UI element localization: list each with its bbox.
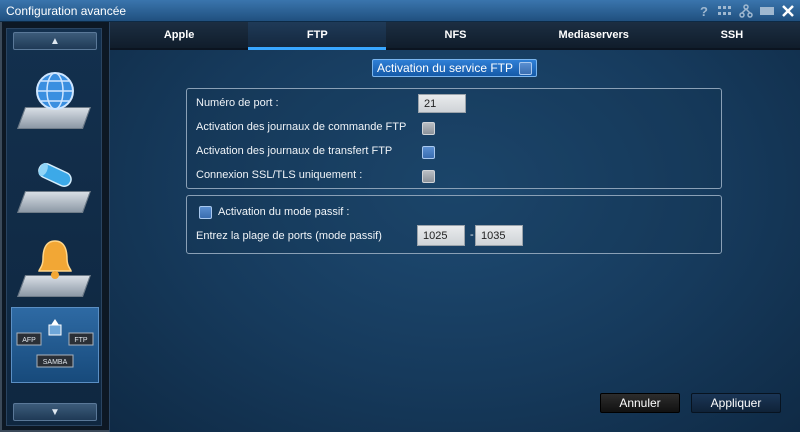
network-icon[interactable] [738,3,754,19]
ftp-service-toggle[interactable]: Activation du service FTP [372,59,537,77]
bell-icon [38,240,72,279]
window-title: Configuration avancée [6,4,127,18]
port-range-label: Entrez la plage de ports (mode passif) [196,230,382,242]
tab-ssh[interactable]: SSH [663,22,800,48]
sidebar-up-button[interactable]: ▲ [13,32,97,50]
ssl-label: Connexion SSL/TLS uniquement : [196,169,363,181]
port-input[interactable]: 21 [418,94,466,113]
minimize-icon[interactable] [759,3,775,19]
port-range-end-input[interactable]: 1035 [475,225,523,246]
chevron-up-icon: ▲ [50,35,60,47]
passive-mode-checkbox[interactable] [199,206,212,219]
samba-label: SAMBA [43,359,68,366]
close-icon[interactable] [780,3,796,19]
tab-bar: Apple FTP NFS Mediaservers SSH [110,22,800,50]
sidebar-item-network[interactable] [11,59,99,135]
sidebar: ▲ AFP FTP SAMBA ▼ [6,28,102,426]
ftp-service-checkbox[interactable] [519,61,532,75]
transfer-log-label: Activation des journaux de transfert FTP [196,145,393,157]
sidebar-down-button[interactable]: ▼ [13,403,97,421]
port-label: Numéro de port : [196,97,279,109]
port-range-separator: - [470,229,474,241]
globe-icon [36,72,74,110]
ssl-checkbox[interactable] [422,170,435,183]
transfer-log-checkbox[interactable] [422,146,435,159]
sidebar-item-storage[interactable] [11,143,99,219]
afp-label: AFP [22,337,36,344]
cancel-button[interactable]: Annuler [600,393,680,413]
passive-mode-label: Activation du mode passif : [218,206,350,218]
passive-mode-panel: Activation du mode passif : Entrez la pl… [186,195,722,254]
chevron-down-icon: ▼ [50,406,60,418]
ftp-label: FTP [74,337,88,344]
sidebar-item-notifications[interactable] [11,227,99,303]
cmd-log-checkbox[interactable] [422,122,435,135]
apply-button[interactable]: Appliquer [691,393,781,413]
cmd-log-label: Activation des journaux de commande FTP [196,121,407,133]
ftp-settings-panel: Numéro de port : 21 Activation des journ… [186,88,722,189]
tab-nfs[interactable]: NFS [386,22,524,48]
services-icon: AFP FTP SAMBA [16,319,94,368]
tab-apple[interactable]: Apple [110,22,248,48]
tab-ftp[interactable]: FTP [248,22,387,50]
help-icon[interactable]: ? [696,3,712,19]
port-range-start-input[interactable]: 1025 [417,225,465,246]
keyboard-icon[interactable] [717,3,733,19]
ftp-service-label: Activation du service FTP [376,61,513,75]
content-area: Apple FTP NFS Mediaservers SSH Activatio… [109,22,800,432]
disk-icon [38,162,72,187]
title-bar: Configuration avancée ? [0,0,800,22]
tab-mediaservers[interactable]: Mediaservers [525,22,663,48]
sidebar-item-services[interactable]: AFP FTP SAMBA [11,307,99,383]
